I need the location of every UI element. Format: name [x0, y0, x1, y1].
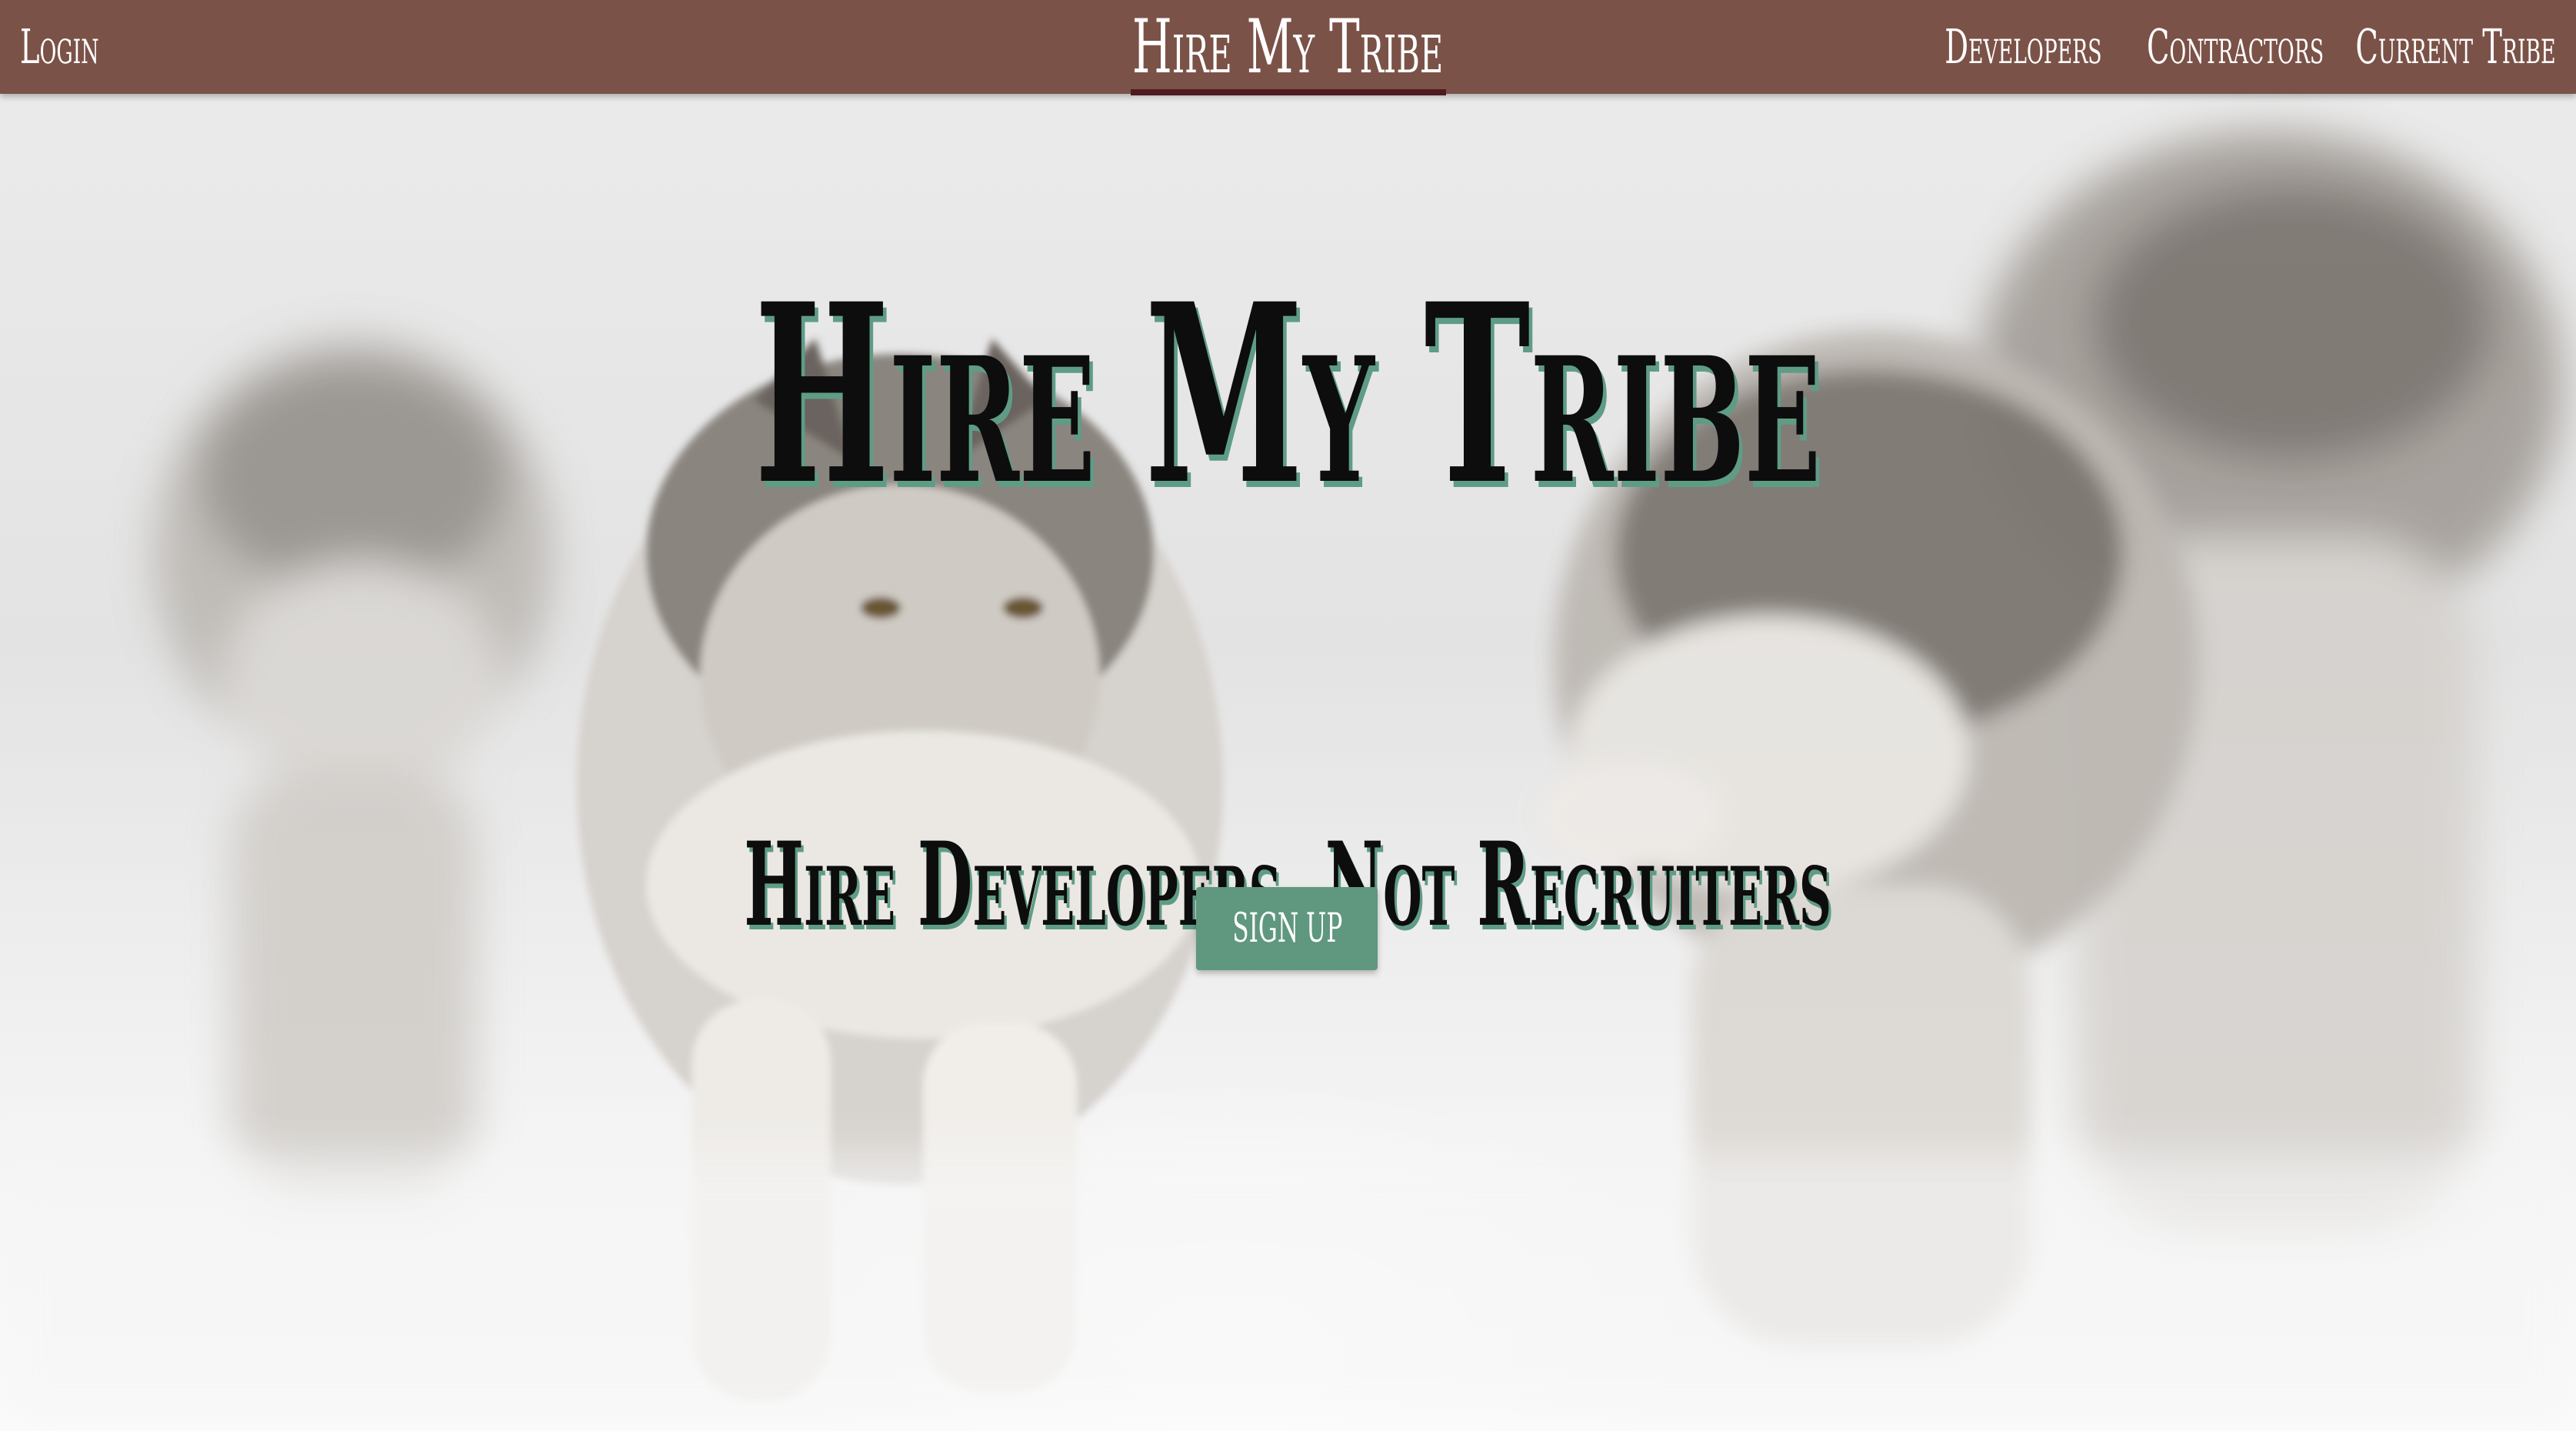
- nav-developers-link[interactable]: Developers: [1945, 0, 2102, 94]
- signup-button-label: SIGN UP: [1232, 906, 1343, 952]
- nav-brand-link[interactable]: Hire My Tribe: [1132, 0, 1443, 94]
- brand-underline: [1131, 89, 1446, 95]
- nav-contractors-link[interactable]: Contractors: [2147, 0, 2324, 94]
- wolf-left-shape: [154, 339, 554, 1192]
- nav-links: Developers Contractors Current Tribe: [1941, 0, 2556, 94]
- hero-title: Hire My Tribe: [754, 251, 1821, 540]
- wolf-pack-image: [0, 131, 2576, 1431]
- nav-developers-slot: Developers: [1941, 0, 2102, 94]
- nav-login-link[interactable]: Login: [20, 0, 99, 94]
- nav-contractors-slot: Contractors: [2147, 0, 2324, 94]
- nav-current-tribe-slot: Current Tribe: [2356, 0, 2556, 94]
- nav-current-tribe-link[interactable]: Current Tribe: [2356, 0, 2556, 94]
- signup-button[interactable]: SIGN UP: [1196, 887, 1378, 970]
- top-navbar: Login Hire My Tribe Developers Contracto…: [0, 0, 2576, 95]
- hero-background-image: [0, 0, 2576, 1431]
